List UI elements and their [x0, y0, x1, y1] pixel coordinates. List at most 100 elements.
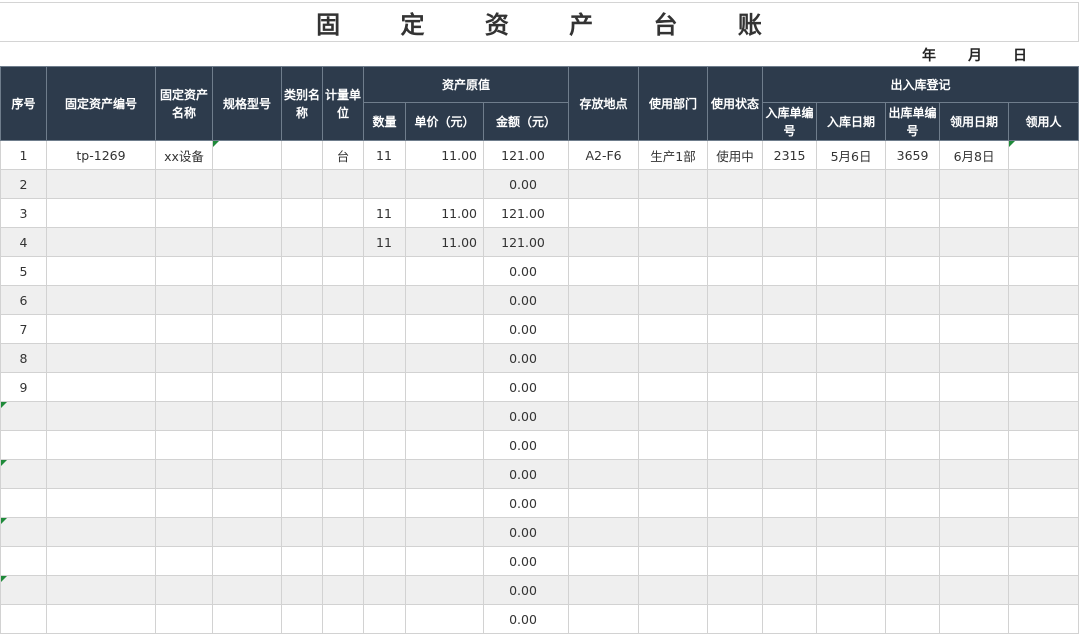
receive-date-cell[interactable] — [939, 430, 1010, 460]
in-date-cell[interactable] — [816, 198, 887, 228]
asset-name-cell[interactable] — [155, 169, 213, 199]
qty-cell[interactable] — [363, 488, 406, 518]
amount-cell[interactable]: 0.00 — [482, 546, 570, 576]
header-department[interactable]: 使用部门 — [638, 66, 709, 141]
asset-code-cell[interactable] — [46, 198, 156, 228]
department-cell[interactable] — [638, 401, 709, 431]
in-no-cell[interactable] — [762, 285, 818, 315]
department-cell[interactable] — [638, 198, 709, 228]
location-cell[interactable] — [568, 198, 640, 228]
amount-cell[interactable]: 0.00 — [482, 430, 570, 460]
out-no-cell[interactable] — [885, 459, 941, 489]
in-no-cell[interactable] — [762, 459, 818, 489]
department-cell[interactable] — [638, 256, 709, 286]
unit-cell[interactable] — [322, 401, 364, 431]
in-date-cell[interactable] — [816, 314, 887, 344]
receive-date-cell[interactable] — [939, 575, 1010, 605]
spec-cell[interactable] — [212, 343, 282, 373]
asset-code-cell[interactable] — [46, 546, 156, 576]
qty-cell[interactable] — [363, 401, 406, 431]
out-no-cell[interactable] — [885, 604, 941, 634]
asset-code-cell[interactable] — [46, 372, 156, 402]
receiver-cell[interactable] — [1008, 227, 1080, 257]
header-spec[interactable]: 规格型号 — [212, 66, 282, 141]
in-no-cell[interactable] — [762, 256, 818, 286]
in-date-cell[interactable] — [816, 372, 887, 402]
spec-cell[interactable] — [212, 575, 282, 605]
out-no-cell[interactable] — [885, 546, 941, 576]
asset-name-cell[interactable] — [155, 575, 213, 605]
unit-price-cell[interactable] — [405, 343, 484, 373]
in-no-cell[interactable] — [762, 343, 818, 373]
location-cell[interactable] — [568, 314, 640, 344]
unit-cell[interactable]: 台 — [322, 140, 364, 170]
location-cell[interactable] — [568, 285, 640, 315]
spec-cell[interactable] — [212, 285, 282, 315]
spec-cell[interactable] — [212, 372, 282, 402]
in-no-cell[interactable] — [762, 401, 818, 431]
unit-cell[interactable] — [322, 198, 364, 228]
amount-cell[interactable]: 0.00 — [482, 285, 570, 315]
receive-date-cell[interactable] — [939, 314, 1010, 344]
receive-date-cell[interactable] — [939, 604, 1010, 634]
out-no-cell[interactable] — [885, 575, 941, 605]
in-no-cell[interactable] — [762, 372, 818, 402]
department-cell[interactable] — [638, 372, 709, 402]
unit-cell[interactable] — [322, 604, 364, 634]
department-cell[interactable]: 生产1部 — [638, 140, 709, 170]
category-cell[interactable] — [281, 256, 323, 286]
unit-cell[interactable] — [322, 430, 364, 460]
out-no-cell[interactable] — [885, 430, 941, 460]
asset-name-cell[interactable] — [155, 430, 213, 460]
amount-cell[interactable]: 0.00 — [482, 575, 570, 605]
location-cell[interactable] — [568, 517, 640, 547]
category-cell[interactable] — [281, 401, 323, 431]
status-cell[interactable] — [707, 459, 764, 489]
location-cell[interactable] — [568, 372, 640, 402]
asset-name-cell[interactable] — [155, 546, 213, 576]
category-cell[interactable] — [281, 575, 323, 605]
asset-name-cell[interactable] — [155, 604, 213, 634]
location-cell[interactable] — [568, 227, 640, 257]
out-no-cell[interactable] — [885, 488, 941, 518]
out-no-cell[interactable] — [885, 227, 941, 257]
asset-name-cell[interactable] — [155, 256, 213, 286]
spec-cell[interactable] — [212, 198, 282, 228]
receiver-cell[interactable] — [1008, 372, 1080, 402]
index-cell[interactable]: 6 — [0, 285, 47, 315]
department-cell[interactable] — [638, 227, 709, 257]
receive-date-cell[interactable] — [939, 517, 1010, 547]
amount-cell[interactable]: 0.00 — [482, 604, 570, 634]
receiver-cell[interactable] — [1008, 401, 1080, 431]
spec-cell[interactable] — [212, 314, 282, 344]
unit-cell[interactable] — [322, 517, 364, 547]
unit-price-cell[interactable] — [405, 459, 484, 489]
qty-cell[interactable] — [363, 546, 406, 576]
amount-cell[interactable]: 0.00 — [482, 343, 570, 373]
in-no-cell[interactable] — [762, 314, 818, 344]
in-date-cell[interactable] — [816, 430, 887, 460]
unit-price-cell[interactable] — [405, 546, 484, 576]
spec-cell[interactable] — [212, 169, 282, 199]
amount-cell[interactable]: 0.00 — [482, 314, 570, 344]
header-location[interactable]: 存放地点 — [568, 66, 640, 141]
asset-name-cell[interactable] — [155, 314, 213, 344]
header-category[interactable]: 类别名称 — [281, 66, 323, 141]
in-no-cell[interactable] — [762, 488, 818, 518]
out-no-cell[interactable] — [885, 256, 941, 286]
unit-price-cell[interactable] — [405, 401, 484, 431]
in-no-cell[interactable] — [762, 430, 818, 460]
in-date-cell[interactable] — [816, 227, 887, 257]
header-receive-date[interactable]: 领用日期 — [939, 102, 1010, 141]
qty-cell[interactable] — [363, 575, 406, 605]
out-no-cell[interactable] — [885, 517, 941, 547]
asset-name-cell[interactable] — [155, 401, 213, 431]
department-cell[interactable] — [638, 604, 709, 634]
spec-cell[interactable] — [212, 488, 282, 518]
receive-date-cell[interactable] — [939, 459, 1010, 489]
asset-name-cell[interactable] — [155, 343, 213, 373]
in-date-cell[interactable] — [816, 169, 887, 199]
header-index[interactable]: 序号 — [0, 66, 47, 141]
spec-cell[interactable] — [212, 517, 282, 547]
status-cell[interactable] — [707, 604, 764, 634]
